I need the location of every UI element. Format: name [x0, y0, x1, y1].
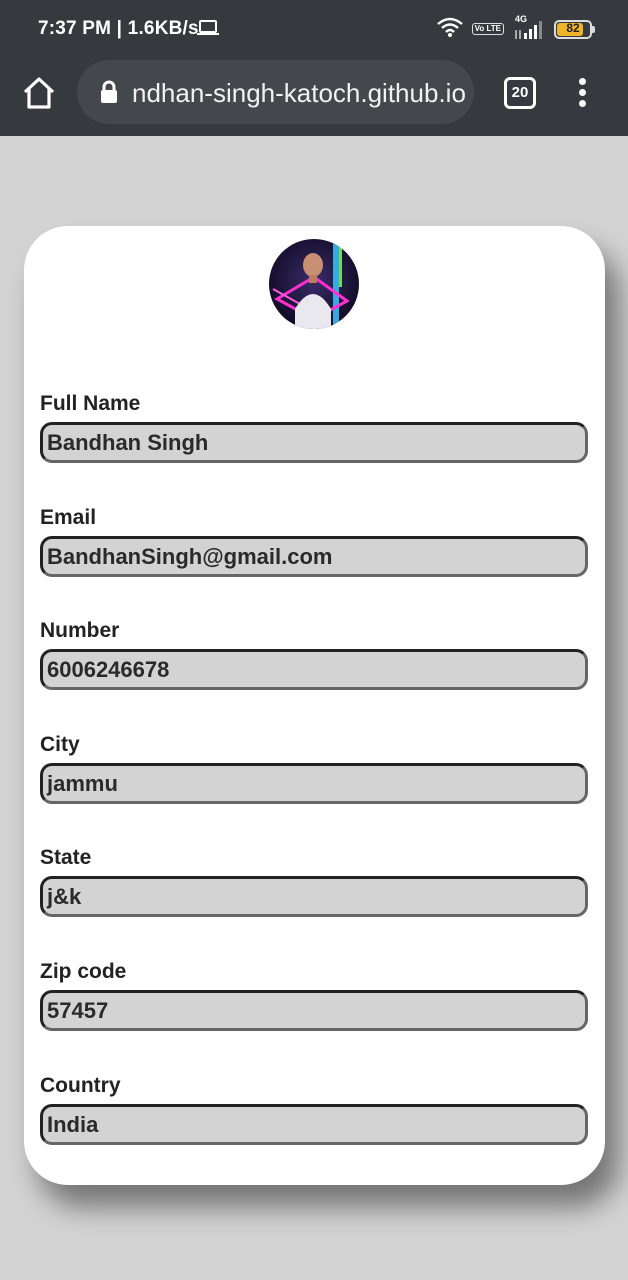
- avatar-icon: [269, 239, 359, 329]
- field-full-name: Full Name Bandhan Singh: [40, 390, 588, 463]
- status-time-speed: 7:37 PM | 1.6KB/s: [38, 18, 199, 39]
- field-zip-code: Zip code 57457: [40, 958, 588, 1031]
- status-bar: 7:37 PM | 1.6KB/s Vo LTE 4G 82: [0, 0, 628, 58]
- email-input[interactable]: BandhanSingh@gmail.com: [40, 536, 588, 577]
- signal-icon: 4G: [512, 14, 546, 41]
- url-text: ndhan-singh-katoch.github.io: [132, 78, 466, 108]
- state-input[interactable]: j&k: [40, 876, 588, 917]
- field-label: Zip code: [40, 960, 127, 983]
- browser-toolbar: ndhan-singh-katoch.github.io 20: [0, 58, 628, 136]
- field-label: City: [40, 733, 80, 756]
- menu-dot-icon: [579, 100, 586, 107]
- home-button[interactable]: [20, 75, 58, 111]
- status-icons: Vo LTE 4G 82: [436, 14, 595, 43]
- field-label: Full Name: [40, 392, 141, 415]
- menu-dot-icon: [579, 89, 586, 96]
- field-email: Email BandhanSingh@gmail.com: [40, 504, 588, 577]
- field-number: Number 6006246678: [40, 617, 588, 690]
- laptop-icon: [197, 20, 219, 41]
- wifi-icon: [436, 16, 464, 43]
- country-input[interactable]: India: [40, 1104, 588, 1145]
- field-label: State: [40, 846, 92, 869]
- tab-switcher-button[interactable]: 20: [504, 77, 536, 109]
- full-name-input[interactable]: Bandhan Singh: [40, 422, 588, 463]
- field-country: Country India: [40, 1072, 588, 1145]
- battery-level-text: 82: [566, 20, 580, 35]
- field-label: Number: [40, 619, 120, 642]
- battery-icon: 82: [554, 19, 595, 39]
- profile-card: Full Name Bandhan Singh Email BandhanSin…: [24, 226, 605, 1185]
- number-input[interactable]: 6006246678: [40, 649, 588, 690]
- field-state: State j&k: [40, 844, 588, 917]
- city-input[interactable]: jammu: [40, 763, 588, 804]
- avatar: [269, 239, 359, 329]
- volte-badge: Vo LTE: [471, 23, 504, 35]
- menu-dot-icon: [579, 78, 586, 85]
- zip-code-input[interactable]: 57457: [40, 990, 588, 1031]
- address-bar[interactable]: ndhan-singh-katoch.github.io: [77, 60, 474, 124]
- more-options-button[interactable]: [572, 74, 594, 110]
- field-city: City jammu: [40, 731, 588, 804]
- lock-icon: [100, 80, 118, 109]
- field-label: Country: [40, 1074, 121, 1097]
- home-icon: [23, 77, 55, 109]
- field-label: Email: [40, 506, 97, 529]
